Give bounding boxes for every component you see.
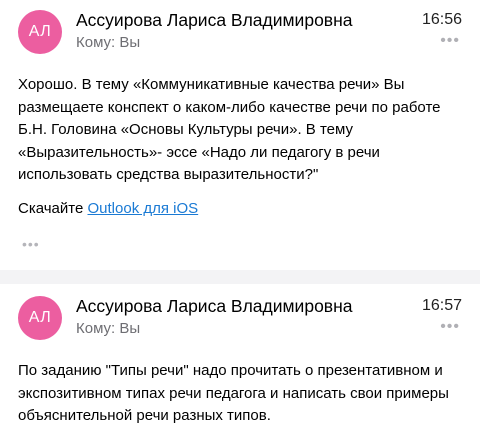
recipient-label: Кому: Вы: [76, 320, 141, 337]
more-options-icon[interactable]: •••: [440, 32, 460, 50]
message-separator: [0, 270, 480, 284]
avatar[interactable]: АЛ: [18, 10, 62, 54]
more-options-icon[interactable]: •••: [440, 318, 460, 336]
avatar[interactable]: АЛ: [18, 296, 62, 340]
signature: Скачайте Outlook для iOS: [18, 198, 466, 221]
recipient-label: Кому: Вы: [76, 34, 141, 51]
timestamp: 16:56: [421, 11, 462, 28]
signature-text: Скачайте: [18, 200, 88, 217]
sender-name: Ассуирова Лариса Владимировна: [76, 296, 353, 316]
message-card: АЛ Ассуирова Лариса Владимировна 16:56 К…: [0, 0, 480, 270]
outlook-ios-link[interactable]: Outlook для iOS: [88, 200, 199, 217]
message-body: Хорошо. В тему «Коммуникативные качества…: [18, 76, 441, 183]
show-quoted-text-icon[interactable]: •••: [22, 236, 40, 252]
sender-name: Ассуирова Лариса Владимировна: [76, 10, 353, 30]
message-card: АЛ Ассуирова Лариса Владимировна 16:57 К…: [0, 284, 480, 430]
message-body: По заданию "Типы речи" надо прочитать о …: [18, 362, 449, 424]
timestamp: 16:57: [421, 297, 462, 314]
